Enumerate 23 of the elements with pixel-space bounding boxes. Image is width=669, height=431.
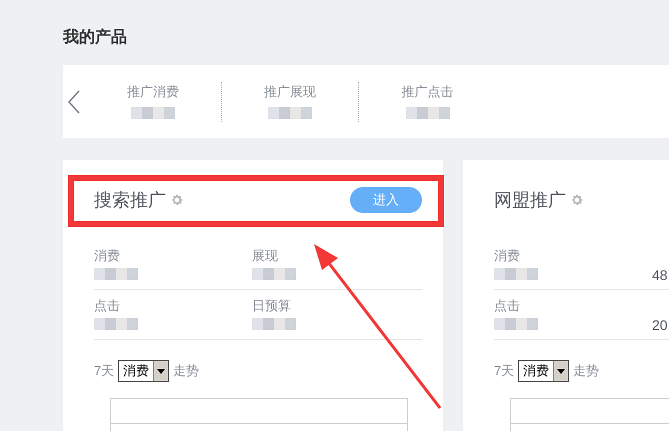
trend-suffix: 走势 xyxy=(573,362,600,380)
metric-label: 日预算 xyxy=(252,297,292,313)
metric-value: 48 xyxy=(652,268,669,282)
metric-label: 消费 xyxy=(94,247,121,263)
summary-label: 推广消费 xyxy=(127,82,179,100)
card-title: 搜索推广 xyxy=(94,188,166,212)
dropdown-caret-icon[interactable] xyxy=(153,361,168,381)
chevron-left-icon[interactable] xyxy=(68,90,80,114)
metric-label: 点击 xyxy=(494,297,521,313)
metric-value: 20 xyxy=(652,318,669,332)
metric-select[interactable]: 消费 xyxy=(118,360,170,382)
metric-label: 消费 xyxy=(494,247,521,263)
metric-label: 点击 xyxy=(94,297,121,313)
dropdown-caret-icon[interactable] xyxy=(553,361,568,381)
metric-select[interactable]: 消费 xyxy=(518,360,570,382)
trend-prefix: 7天 xyxy=(494,362,514,380)
metric-label: 展现 xyxy=(252,247,279,263)
trend-suffix: 走势 xyxy=(173,362,200,380)
page-title: 我的产品 xyxy=(63,29,127,46)
summary-label: 推广展现 xyxy=(264,82,316,100)
summary-label: 推广点击 xyxy=(402,82,454,100)
trend-prefix: 7天 xyxy=(94,362,114,380)
card-title: 网盟推广 xyxy=(494,188,566,212)
